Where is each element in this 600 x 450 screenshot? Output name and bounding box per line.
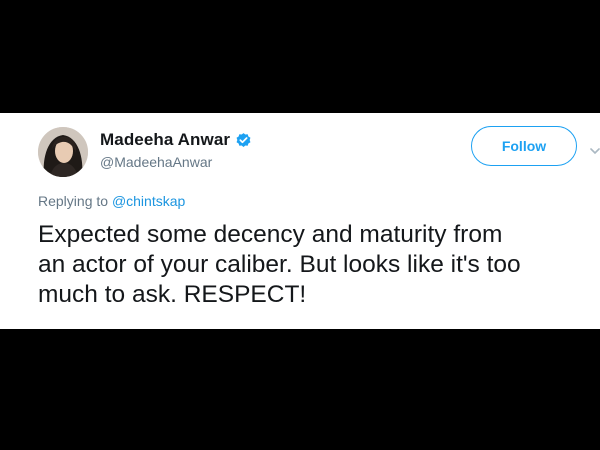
reply-context: Replying to @chintskap <box>38 193 185 209</box>
follow-button[interactable]: Follow <box>471 126 577 166</box>
tweet-card: Madeeha Anwar @MadeehaAnwar Follow Reply… <box>0 113 600 329</box>
author-name[interactable]: Madeeha Anwar <box>100 130 230 150</box>
reply-prefix: Replying to <box>38 193 109 209</box>
tweet-text: Expected some decency and maturity from … <box>38 220 598 310</box>
profile-photo-icon <box>38 127 88 177</box>
tweet-text-line: an actor of your caliber. But looks like… <box>38 251 521 278</box>
verified-badge-icon <box>235 132 252 149</box>
tweet-text-line: much to ask. RESPECT! <box>38 281 307 308</box>
author-name-row: Madeeha Anwar <box>100 129 252 151</box>
screenshot-frame: Madeeha Anwar @MadeehaAnwar Follow Reply… <box>0 0 600 450</box>
avatar[interactable] <box>38 127 88 177</box>
chevron-down-icon[interactable] <box>590 143 600 155</box>
tweet-text-line: Expected some decency and maturity from <box>38 221 503 248</box>
reply-target-link[interactable]: @chintskap <box>112 193 185 209</box>
author-handle[interactable]: @MadeehaAnwar <box>100 154 212 170</box>
